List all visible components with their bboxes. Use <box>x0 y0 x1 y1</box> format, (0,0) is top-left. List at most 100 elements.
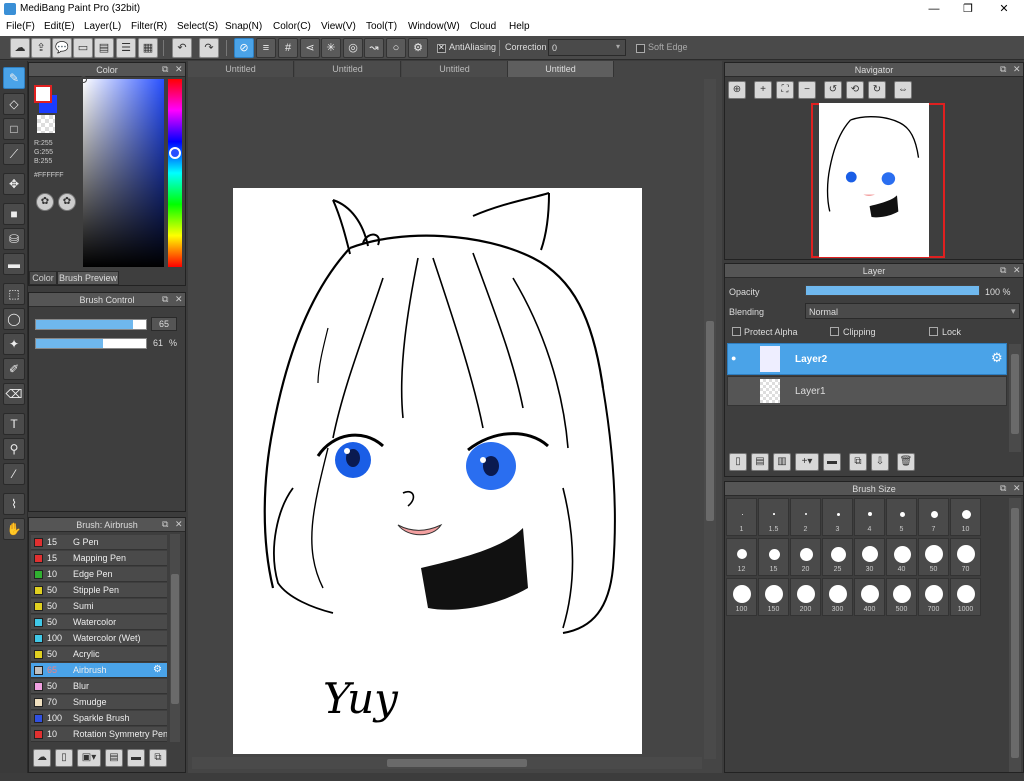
palette-icon[interactable]: ✿ <box>36 193 54 211</box>
foreground-color-swatch[interactable] <box>34 85 52 103</box>
clipping-checkbox[interactable] <box>830 327 839 336</box>
zoom-actual-icon[interactable]: ⛶ <box>776 81 794 99</box>
text-tool-icon[interactable]: T <box>3 413 25 435</box>
brush-opacity-slider[interactable] <box>35 338 147 349</box>
page-list-icon[interactable]: ☰ <box>116 38 136 58</box>
undock-icon[interactable]: ⧉ <box>1000 265 1006 276</box>
duplicate-icon[interactable]: ⧉ <box>149 749 167 767</box>
gear-icon[interactable]: ⚙ <box>153 664 162 675</box>
cloud-brush-icon[interactable]: ☁ <box>33 749 51 767</box>
soft-edge-checkbox[interactable] <box>636 44 645 53</box>
brush-list-item[interactable]: 65 Airbrush ⚙ <box>31 663 167 678</box>
menu-snap[interactable]: Snap(N) <box>225 21 262 32</box>
cloud-icon[interactable]: ☁ <box>10 38 30 58</box>
blending-select[interactable]: Normal ▾ <box>805 303 1020 319</box>
tab-brush-preview[interactable]: Brush Preview <box>57 271 119 285</box>
rotate-right-icon[interactable]: ↻ <box>868 81 886 99</box>
minimize-button[interactable]: — <box>916 0 952 18</box>
add-brush-icon[interactable]: ▣▾ <box>77 749 101 767</box>
close-icon[interactable]: ✕ <box>1013 483 1021 494</box>
brush-settings-icon[interactable]: ▤ <box>105 749 123 767</box>
page-setting-icon[interactable]: ▦ <box>138 38 158 58</box>
gear-icon[interactable]: ⚙ <box>991 350 1003 366</box>
undock-icon[interactable]: ⧉ <box>1000 483 1006 494</box>
menu-color[interactable]: Color(C) <box>273 21 311 32</box>
select-eraser-tool-icon[interactable]: ⌫ <box>3 383 25 405</box>
rotate-reset-icon[interactable]: ⟲ <box>846 81 864 99</box>
antialiasing-checkbox[interactable] <box>437 43 446 53</box>
rotate-left-icon[interactable]: ↺ <box>824 81 842 99</box>
brush-size-preset[interactable]: 50 <box>918 538 949 576</box>
operation-tool-icon[interactable]: ⚲ <box>3 438 25 460</box>
comment-icon[interactable]: 💬 <box>52 38 72 58</box>
lasso-tool-icon[interactable]: ◯ <box>3 308 25 330</box>
correction-select[interactable]: 0 ▾ <box>548 39 626 56</box>
brush-list-item[interactable]: 50 Acrylic <box>31 647 167 662</box>
brush-size-preset[interactable]: 700 <box>918 578 949 616</box>
shape-tool-icon[interactable]: ■ <box>3 203 25 225</box>
brush-size-preset[interactable]: 5 <box>886 498 917 536</box>
doc-tab-4[interactable]: Untitled <box>508 61 614 77</box>
undock-icon[interactable]: ⧉ <box>162 294 168 305</box>
upload-icon[interactable]: ⇪ <box>31 38 51 58</box>
brush-size-value[interactable]: 65 <box>151 317 177 331</box>
canvas-vertical-scrollbar[interactable] <box>704 79 716 759</box>
visibility-icon[interactable]: ● <box>731 353 736 363</box>
delete-layer-icon[interactable]: 🗑 <box>897 453 915 471</box>
zoom-in-icon[interactable]: + <box>754 81 772 99</box>
lock-checkbox[interactable] <box>929 327 938 336</box>
menu-file[interactable]: File(F) <box>6 21 35 32</box>
brush-size-preset[interactable]: 200 <box>790 578 821 616</box>
close-icon[interactable]: ✕ <box>175 294 183 305</box>
brush-list-item[interactable]: 70 Smudge <box>31 695 167 710</box>
select-tool-icon[interactable]: ⬚ <box>3 283 25 305</box>
brush-size-preset[interactable]: 4 <box>854 498 885 536</box>
eyedropper-tool-icon[interactable]: ⌇ <box>3 493 25 515</box>
brush-list-item[interactable]: 50 Sumi <box>31 599 167 614</box>
new-8bit-layer-icon[interactable]: ▥ <box>773 453 791 471</box>
layer-row-layer1[interactable]: Layer1 <box>727 376 1007 406</box>
doc-tab-1[interactable]: Untitled <box>188 61 294 77</box>
brush-list-item[interactable]: 15 Mapping Pen <box>31 551 167 566</box>
brush-list-item[interactable]: 100 Sparkle Brush <box>31 711 167 726</box>
brush-size-preset[interactable]: 2 <box>790 498 821 536</box>
brush-size-preset[interactable]: 12 <box>726 538 757 576</box>
flip-icon[interactable]: ⇔ <box>894 81 912 99</box>
brush-size-slider[interactable] <box>35 319 147 330</box>
brush-size-preset[interactable]: 300 <box>822 578 853 616</box>
brush-list-scrollbar[interactable] <box>170 534 180 742</box>
brush-size-preset[interactable]: 100 <box>726 578 757 616</box>
brush-size-preset[interactable]: 30 <box>854 538 885 576</box>
bucket-tool-icon[interactable]: ⛁ <box>3 228 25 250</box>
canvas-horizontal-scrollbar[interactable] <box>192 757 702 769</box>
scrollbar-thumb[interactable] <box>1011 354 1019 434</box>
brush-size-preset[interactable]: 7 <box>918 498 949 536</box>
undock-icon[interactable]: ⧉ <box>162 519 168 530</box>
close-icon[interactable]: ✕ <box>175 519 183 530</box>
menu-select[interactable]: Select(S) <box>177 21 218 32</box>
close-icon[interactable]: ✕ <box>1013 64 1021 75</box>
brush-size-preset[interactable]: 10 <box>950 498 981 536</box>
speech-bubble-icon[interactable]: ▭ <box>73 38 93 58</box>
select-pen-tool-icon[interactable]: ✐ <box>3 358 25 380</box>
move-tool-icon[interactable]: ✥ <box>3 173 25 195</box>
palette-add-icon[interactable]: ✿ <box>58 193 76 211</box>
brush-list-item[interactable]: 10 Edge Pen <box>31 567 167 582</box>
duplicate-layer-icon[interactable]: ⧉ <box>849 453 867 471</box>
snap-off-icon[interactable]: ⊘ <box>234 38 254 58</box>
brush-size-preset[interactable]: 500 <box>886 578 917 616</box>
snap-radial-icon[interactable]: ✳ <box>321 38 341 58</box>
undock-icon[interactable]: ⧉ <box>162 64 168 75</box>
snap-ellipse-icon[interactable]: ○ <box>386 38 406 58</box>
restore-button[interactable]: ❐ <box>950 0 986 18</box>
brush-list-item[interactable]: 50 Blur <box>31 679 167 694</box>
undock-icon[interactable]: ⧉ <box>1000 64 1006 75</box>
brush-size-preset[interactable]: 15 <box>758 538 789 576</box>
zoom-fit-icon[interactable]: ⊕ <box>728 81 746 99</box>
protect-alpha-checkbox[interactable] <box>732 327 741 336</box>
brush-size-preset[interactable]: 400 <box>854 578 885 616</box>
layer-scrollbar[interactable] <box>1009 344 1021 452</box>
menu-filter[interactable]: Filter(R) <box>131 21 167 32</box>
doc-tab-3[interactable]: Untitled <box>402 61 508 77</box>
close-button[interactable]: ✕ <box>986 0 1022 18</box>
